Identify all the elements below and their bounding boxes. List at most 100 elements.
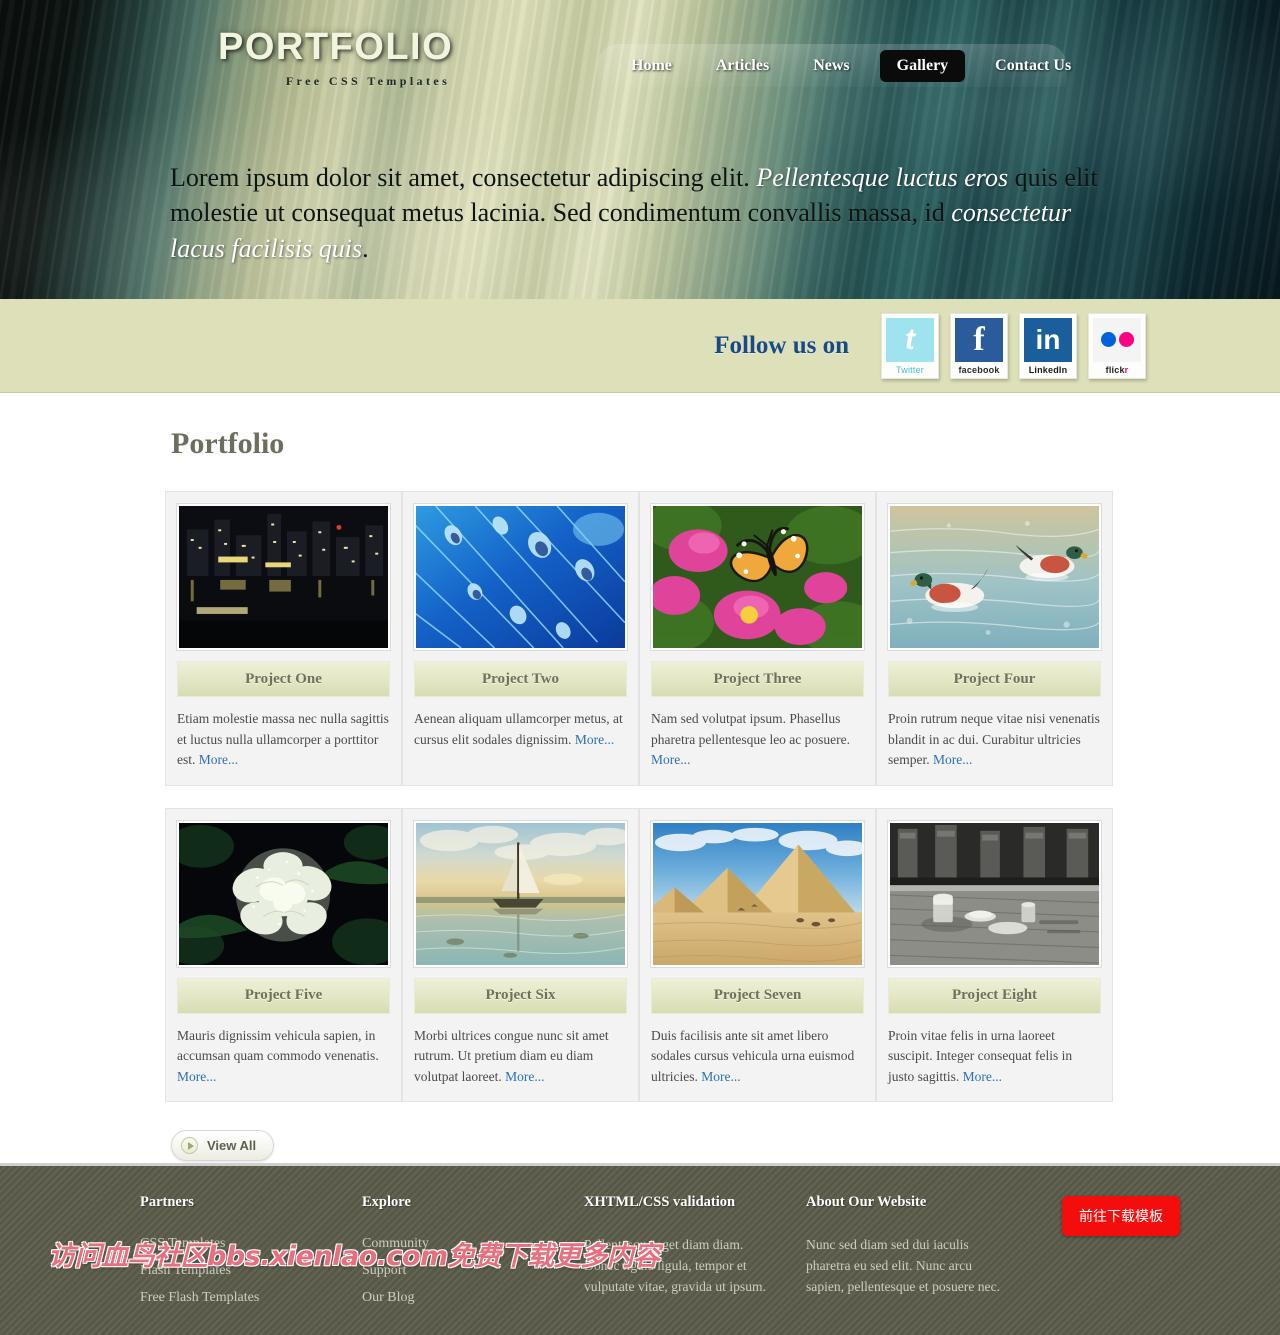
nav-item-news[interactable]: News [799, 51, 863, 81]
footer-column-about: About Our Website Nunc sed diam sed dui … [806, 1194, 1028, 1315]
project-description-3: Nam sed volutpat ipsum. Phasellus pharet… [651, 711, 851, 747]
project-title-1[interactable]: Project One [177, 661, 390, 697]
nav-item-contact-us[interactable]: Contact Us [981, 51, 1085, 81]
footer-heading-validation: XHTML/CSS validation [584, 1194, 736, 1210]
portfolio-card-1[interactable]: Project One Etiam molestie massa nec nul… [165, 491, 402, 786]
content-container: Portfolio Project One Etiam molestie mas… [165, 427, 1115, 1162]
nav-item-home[interactable]: Home [617, 51, 686, 81]
project-more-link-8[interactable]: More... [963, 1069, 1002, 1084]
project-more-link-1[interactable]: More... [199, 752, 238, 767]
project-more-link-2[interactable]: More... [575, 732, 614, 747]
project-more-link-6[interactable]: More... [505, 1069, 544, 1084]
portfolio-card-3[interactable]: Project Three Nam sed volutpat ipsum. Ph… [639, 491, 876, 786]
social-link-flickr[interactable]: flickr [1088, 312, 1146, 379]
linkedin-icon: in [1024, 317, 1072, 362]
social-link-facebook[interactable]: f facebook [950, 312, 1008, 379]
project-thumbnail-blue-water-droplets[interactable] [414, 504, 627, 650]
twitter-caption: Twitter [896, 364, 924, 375]
brand-title: PORTFOLIO [218, 26, 454, 68]
project-more-link-4[interactable]: More... [933, 752, 972, 767]
project-text-5: Mauris dignissim vehicula sapien, in acc… [177, 1026, 390, 1088]
list-item[interactable]: Community [362, 1234, 560, 1252]
download-template-button[interactable]: 前往下载模板 [1062, 1196, 1180, 1236]
footer-link-support[interactable]: Support [362, 1263, 406, 1278]
project-title-2[interactable]: Project Two [414, 661, 627, 697]
project-text-2: Aenean aliquam ullamcorper metus, at cur… [414, 709, 627, 750]
nav-item-articles[interactable]: Articles [702, 51, 783, 81]
social-bar: Follow us on t Twitter f facebook in Lin… [0, 299, 1280, 393]
view-all-button[interactable]: View All [171, 1130, 275, 1162]
view-all-label: View All [207, 1138, 257, 1154]
project-thumbnail-ducks-on-water[interactable] [888, 504, 1101, 650]
flickr-caption-base: flick [1105, 364, 1125, 375]
footer-link-flash-templates[interactable]: Flash Templates [140, 1263, 231, 1278]
project-more-link-3[interactable]: More... [651, 752, 690, 767]
footer-inner: Partners CSS Templates Flash Templates F… [140, 1194, 1180, 1315]
list-item[interactable]: CSS Templates [140, 1234, 338, 1252]
footer-column-partners: Partners CSS Templates Flash Templates F… [140, 1194, 362, 1315]
view-all-wrapper: View All [171, 1130, 1115, 1162]
hero-emphasis-1: Pellentesque luctus eros [756, 163, 1009, 192]
project-title-6[interactable]: Project Six [414, 977, 627, 1014]
footer-text-about: Nunc sed diam sed dui iaculis pharetra e… [806, 1237, 1001, 1295]
flickr-dot-pink [1118, 332, 1134, 347]
site-header: PORTFOLIO Free CSS Templates Home Articl… [0, 0, 1280, 299]
flickr-caption: flickr [1106, 365, 1129, 375]
footer-link-community[interactable]: Community [362, 1236, 429, 1251]
brand-subtitle: Free CSS Templates [285, 73, 451, 88]
footer-links-explore: Community Support Our Blog [362, 1234, 560, 1306]
main-navigation: Home Articles News Gallery Contact Us [597, 44, 1071, 87]
footer-link-css-templates[interactable]: CSS Templates [140, 1236, 226, 1251]
nav-item-gallery[interactable]: Gallery [879, 49, 966, 82]
flickr-icon [1093, 317, 1141, 362]
brand-logo[interactable]: PORTFOLIO Free CSS Templates [218, 26, 454, 89]
project-title-8[interactable]: Project Eight [888, 977, 1101, 1014]
portfolio-card-2[interactable]: Project Two Aenean aliquam ullamcorper m… [402, 491, 639, 786]
project-title-4[interactable]: Project Four [888, 661, 1101, 697]
project-thumbnail-cafe-table-bw[interactable] [888, 820, 1101, 967]
social-link-linkedin[interactable]: in LinkedIn [1019, 312, 1077, 379]
project-thumbnail-sailboat-sunset-lagoon[interactable] [414, 820, 627, 967]
project-description-4: Proin rutrum neque vitae nisi venenatis … [888, 711, 1100, 768]
list-item[interactable]: Support [362, 1261, 560, 1279]
project-thumbnail-pyramids-desert[interactable] [651, 820, 864, 967]
hero-part-3: . [362, 233, 369, 263]
twitter-icon: t [886, 317, 934, 362]
project-more-link-5[interactable]: More... [177, 1069, 216, 1084]
flickr-caption-accent: r [1124, 364, 1129, 375]
flickr-dot-blue [1100, 332, 1116, 347]
play-icon [181, 1137, 198, 1155]
project-thumbnail-white-rose-dark[interactable] [177, 820, 390, 967]
portfolio-card-7[interactable]: Project Seven Duis facilisis ante sit am… [639, 807, 876, 1103]
portfolio-card-8[interactable]: Project Eight Proin vitae felis in urna … [876, 807, 1113, 1103]
footer-links-partners: CSS Templates Flash Templates Free Flash… [140, 1234, 338, 1306]
project-more-link-7[interactable]: More... [701, 1069, 740, 1084]
social-link-twitter[interactable]: t Twitter [881, 312, 939, 379]
footer-column-validation: XHTML/CSS validation Pellentesque eget d… [584, 1194, 806, 1315]
project-text-1: Etiam molestie massa nec nulla sagittis … [177, 709, 390, 771]
project-text-7: Duis facilisis ante sit amet libero soda… [651, 1026, 864, 1088]
portfolio-card-5[interactable]: Project Five Mauris dignissim vehicula s… [165, 807, 402, 1103]
linkedin-caption: LinkedIn [1028, 364, 1068, 375]
facebook-icon: f [955, 317, 1003, 362]
project-title-7[interactable]: Project Seven [651, 977, 864, 1014]
page-title: Portfolio [171, 427, 285, 460]
footer-link-our-blog[interactable]: Our Blog [362, 1290, 415, 1305]
footer-heading-about: About Our Website [806, 1194, 927, 1210]
follow-us-label: Follow us on [714, 331, 849, 359]
project-title-3[interactable]: Project Three [651, 661, 864, 697]
portfolio-card-6[interactable]: Project Six Morbi ultrices congue nunc s… [402, 807, 639, 1103]
project-description-7: Duis facilisis ante sit amet libero soda… [651, 1027, 855, 1084]
portfolio-card-4[interactable]: Project Four Proin rutrum neque vitae ni… [876, 491, 1113, 786]
project-thumbnail-butterfly-on-pink-flower[interactable] [651, 504, 864, 650]
project-thumbnail-city-night-skyline[interactable] [177, 504, 390, 650]
project-title-5[interactable]: Project Five [177, 977, 390, 1014]
hero-text: Lorem ipsum dolor sit amet, consectetur … [170, 160, 1115, 266]
list-item[interactable]: Flash Templates [140, 1261, 338, 1279]
footer-link-free-flash-templates[interactable]: Free Flash Templates [140, 1290, 259, 1305]
footer-heading-partners: Partners [140, 1194, 194, 1210]
footer-heading-explore: Explore [362, 1194, 411, 1210]
project-text-8: Proin vitae felis in urna laoreet suscip… [888, 1026, 1101, 1088]
main-content: Portfolio Project One Etiam molestie mas… [0, 393, 1280, 1163]
project-text-3: Nam sed volutpat ipsum. Phasellus pharet… [651, 709, 864, 771]
